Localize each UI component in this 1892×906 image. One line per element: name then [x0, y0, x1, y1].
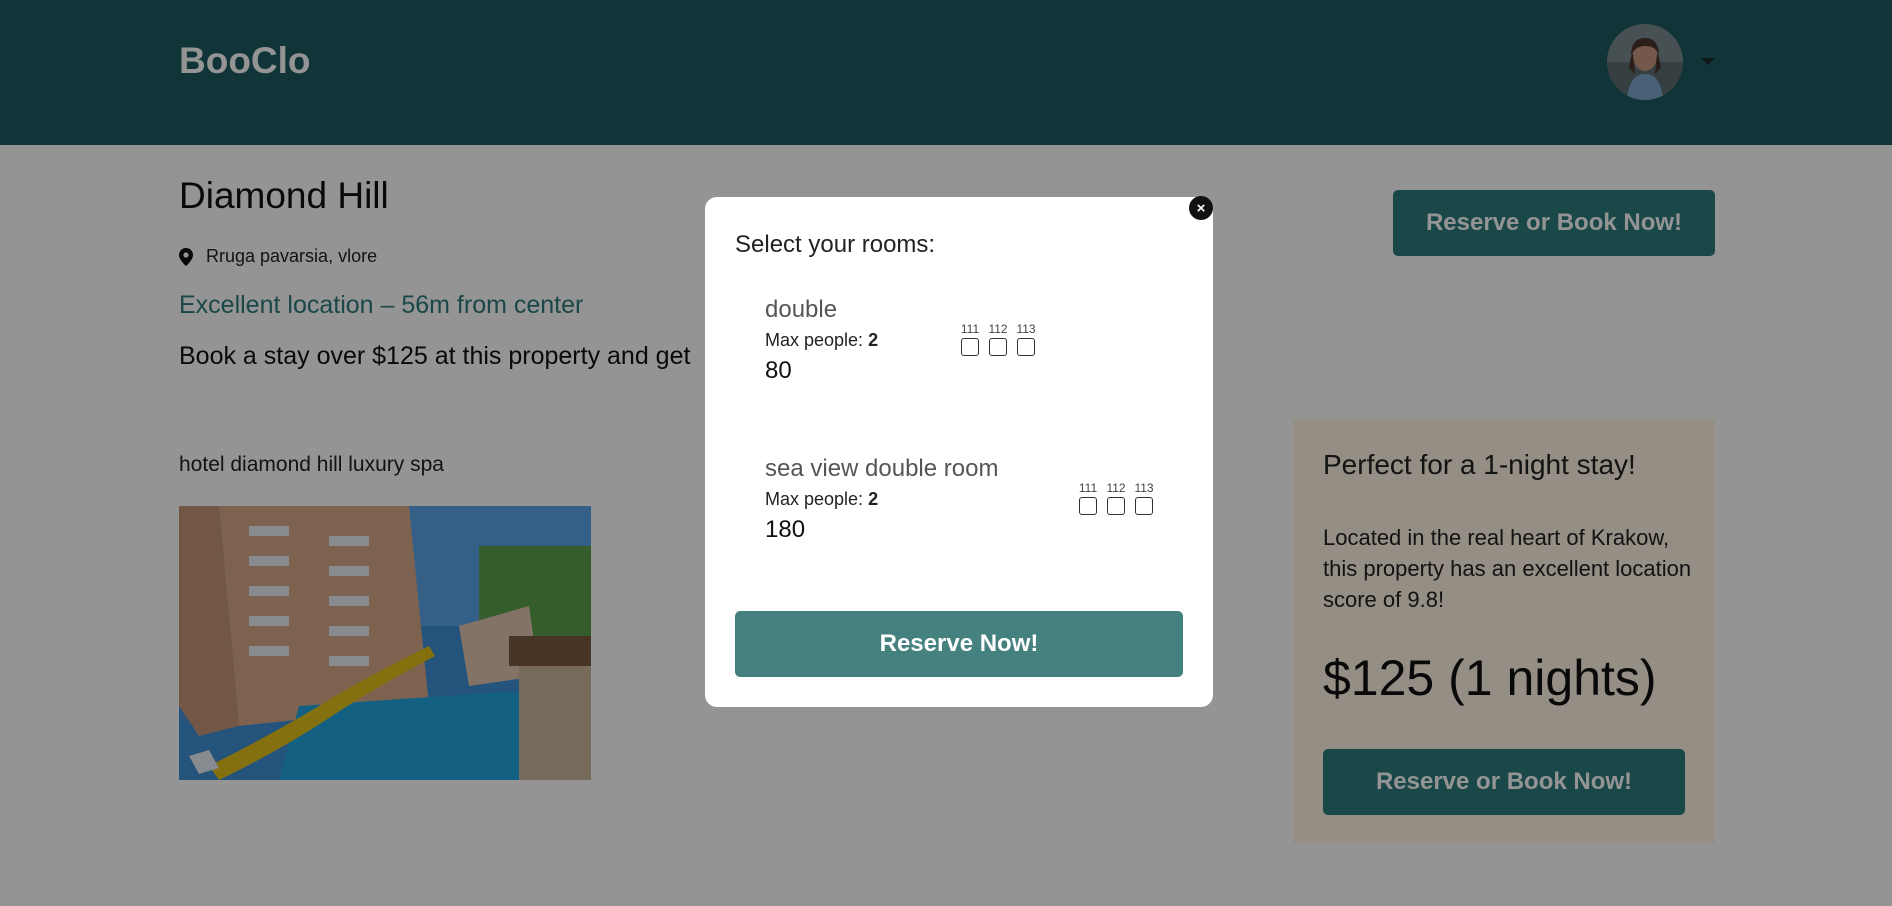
room-number-label: 113	[1134, 481, 1154, 495]
room-checkbox[interactable]	[1107, 497, 1125, 515]
reserve-now-button[interactable]: Reserve Now!	[735, 611, 1183, 677]
modal-title: Select your rooms:	[735, 231, 936, 258]
room-checkbox[interactable]	[1135, 497, 1153, 515]
room-checkbox[interactable]	[961, 338, 979, 356]
room-number-label: 113	[1016, 322, 1036, 336]
room-number-label: 112	[1106, 481, 1126, 495]
room-checkbox[interactable]	[989, 338, 1007, 356]
max-people-label: Max people:	[765, 489, 864, 509]
room-number-option: 113	[1016, 322, 1036, 356]
room-price: 180	[765, 516, 806, 543]
room-numbers: 111 112 113	[1079, 481, 1154, 515]
room-name: sea view double room	[765, 455, 999, 482]
close-icon[interactable]: ×	[1189, 196, 1213, 220]
room-number-label: 112	[988, 322, 1008, 336]
room-price: 80	[765, 357, 792, 384]
max-people-value: 2	[868, 489, 879, 509]
room-item: sea view double room Max people: 2 180 1…	[765, 455, 1185, 544]
max-people-value: 2	[868, 330, 879, 350]
room-checkbox[interactable]	[1017, 338, 1035, 356]
room-number-label: 111	[1078, 481, 1098, 495]
room-name: double	[765, 296, 838, 323]
room-number-option: 111	[1079, 481, 1097, 515]
room-number-option: 112	[1106, 481, 1126, 515]
room-select-modal: × Select your rooms: double Max people: …	[705, 196, 1213, 707]
max-people-label: Max people:	[765, 330, 864, 350]
room-item: double Max people: 2 80 111 112 113	[765, 296, 1185, 385]
room-number-label: 111	[960, 322, 980, 336]
room-number-option: 112	[988, 322, 1008, 356]
room-numbers: 111 112 113	[961, 322, 1036, 356]
room-number-option: 113	[1134, 481, 1154, 515]
room-number-option: 111	[961, 322, 979, 356]
room-checkbox[interactable]	[1079, 497, 1097, 515]
